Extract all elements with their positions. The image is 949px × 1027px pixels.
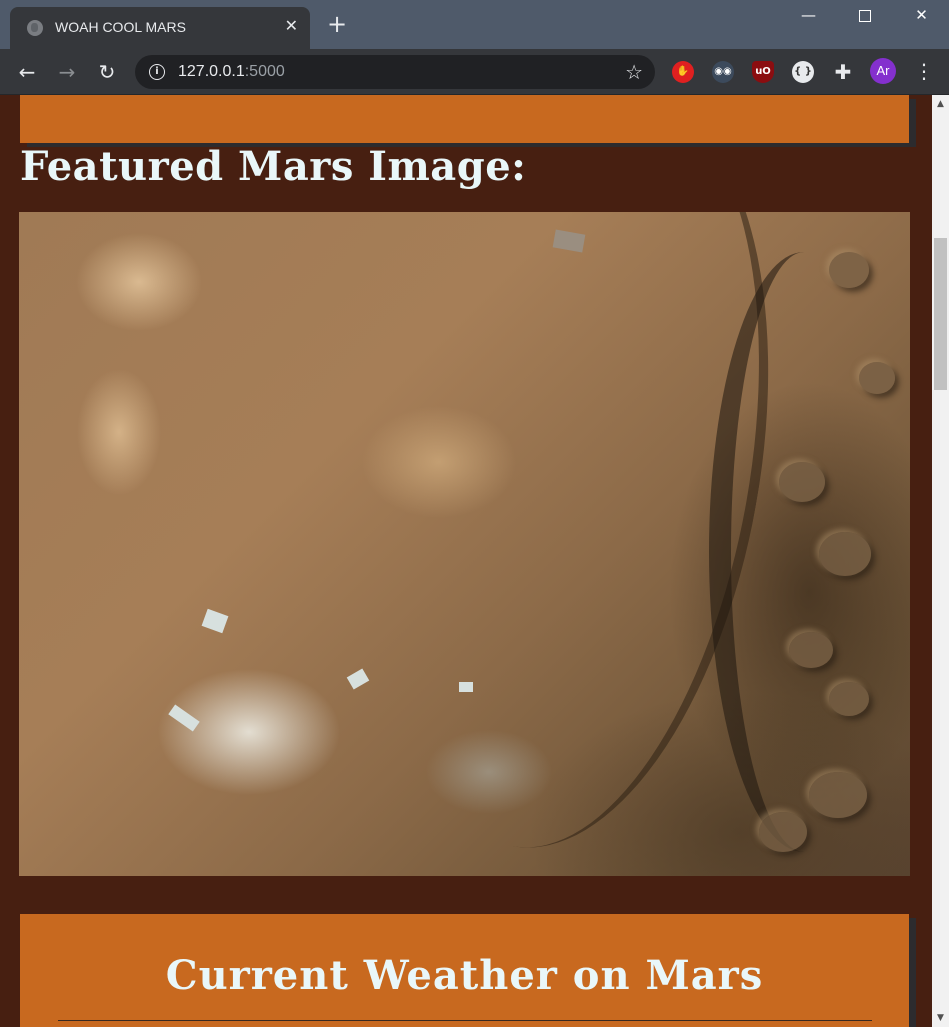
pebble: [819, 532, 871, 576]
white-mineral-fleck: [168, 704, 200, 732]
minimize-button[interactable]: —: [780, 0, 837, 30]
globe-icon: [27, 20, 43, 36]
pebble: [779, 462, 825, 502]
spy-icon[interactable]: ◉◉: [712, 61, 734, 83]
json-viewer-icon[interactable]: { }: [792, 61, 814, 83]
forward-button[interactable]: →: [54, 59, 80, 85]
pebble: [829, 682, 869, 716]
pebble: [859, 362, 895, 394]
close-tab-icon[interactable]: ✕: [285, 16, 298, 36]
pebble: [829, 252, 869, 288]
profile-avatar[interactable]: Ar: [870, 58, 896, 84]
url-text: 127.0.0.1:5000: [178, 63, 285, 81]
browser-menu-icon[interactable]: ⋮: [914, 58, 934, 84]
maximize-icon: [858, 9, 871, 22]
browser-tab[interactable]: WOAH COOL MARS ✕: [10, 7, 310, 49]
address-bar[interactable]: i 127.0.0.1:5000 ☆: [135, 55, 655, 89]
header-card: [20, 95, 909, 143]
pebble: [789, 632, 833, 668]
scrollbar-thumb[interactable]: [934, 238, 947, 390]
scroll-up-arrow-icon[interactable]: ▲: [932, 97, 949, 111]
featured-mars-image: [19, 212, 910, 876]
weather-divider: [58, 1020, 872, 1021]
close-window-button[interactable]: ✕: [893, 0, 949, 30]
page-scrollbar[interactable]: ▲ ▼: [932, 95, 949, 1027]
white-mineral-fleck: [201, 608, 229, 634]
white-mineral-fleck: [459, 682, 473, 692]
pebble: [809, 772, 867, 818]
new-tab-button[interactable]: +: [326, 12, 348, 36]
bookmark-star-icon[interactable]: ☆: [625, 60, 643, 84]
pebble: [759, 812, 807, 852]
site-info-icon[interactable]: i: [149, 64, 165, 80]
url-port: :5000: [244, 63, 285, 80]
featured-image-heading: Featured Mars Image:: [20, 143, 527, 190]
browser-titlebar: WOAH COOL MARS ✕ + — ✕: [0, 0, 949, 49]
back-button[interactable]: ←: [14, 59, 40, 85]
url-host: 127.0.0.1: [178, 63, 245, 80]
weather-heading: Current Weather on Mars: [165, 952, 764, 999]
white-mineral-fleck: [346, 668, 370, 690]
page-viewport: Featured Mars Image: Current Weather on …: [0, 95, 932, 1027]
stop-hand-icon[interactable]: ✋: [672, 61, 694, 83]
puzzle-icon[interactable]: ✚: [832, 61, 854, 83]
ublock-icon[interactable]: uO: [752, 61, 774, 83]
scroll-down-arrow-icon[interactable]: ▼: [932, 1011, 949, 1025]
maximize-button[interactable]: [836, 0, 893, 30]
weather-card: Current Weather on Mars: [20, 914, 909, 1027]
tab-title: WOAH COOL MARS: [55, 19, 186, 35]
reload-button[interactable]: ↻: [94, 59, 120, 85]
browser-toolbar: ← → ↻ i 127.0.0.1:5000 ☆ ✋ ◉◉ uO { } ✚: [0, 49, 949, 95]
